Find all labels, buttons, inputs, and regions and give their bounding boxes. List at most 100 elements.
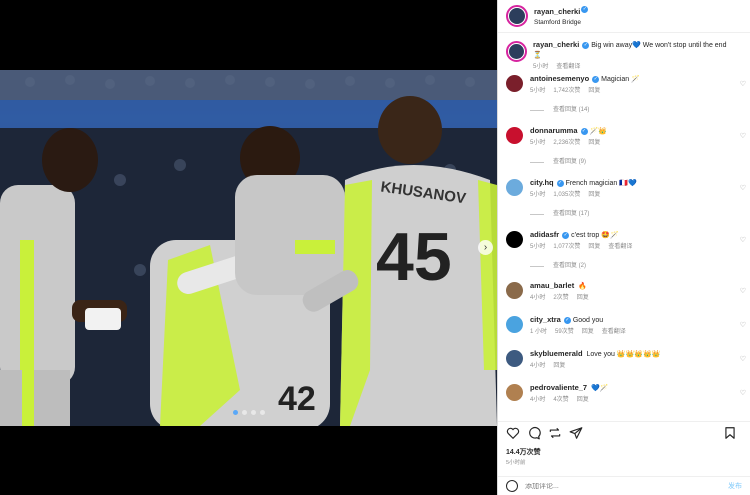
commenter-avatar[interactable] — [506, 75, 523, 92]
comment-like-heart-icon[interactable]: ♡ — [740, 80, 746, 88]
comment-likes[interactable]: 2次赞 — [553, 293, 568, 303]
caption-translate-link[interactable]: 查看翻译 — [556, 62, 580, 72]
author-username[interactable]: rayan_cherki — [534, 7, 580, 16]
commenter-username[interactable]: city.hq — [530, 178, 554, 187]
comment-likes[interactable]: 4次赞 — [553, 395, 568, 405]
view-replies-link[interactable]: 查看回复 (17) — [530, 209, 732, 219]
comment-likes[interactable]: 1,035次赞 — [553, 190, 580, 200]
caption-avatar[interactable] — [506, 41, 527, 62]
reply-button[interactable]: 回复 — [588, 86, 600, 96]
verified-badge-icon: ✓ — [581, 6, 589, 14]
comment-time: 5小时 — [530, 140, 546, 146]
author-avatar-image — [509, 8, 525, 24]
reply-button[interactable]: 回复 — [577, 395, 589, 405]
comment-like-heart-icon[interactable]: ♡ — [740, 287, 746, 295]
comment-likes[interactable]: 1,742次赞 — [553, 86, 580, 96]
post-photo[interactable]: 42 KHUSANOV 45 — [0, 70, 497, 426]
verified-badge-icon: ✓ — [563, 316, 571, 324]
comment-item: amau_barlet 🔥 4小时 2次赞 回复 ♡ — [498, 281, 750, 303]
commenter-avatar[interactable] — [506, 179, 523, 196]
commenter-username[interactable]: antoinesemenyo — [530, 74, 589, 83]
save-bookmark-icon[interactable] — [723, 426, 737, 440]
comment-icon[interactable] — [527, 426, 541, 440]
reply-button[interactable]: 回复 — [588, 138, 600, 148]
comment-text: French magician 🇫🇷💙 — [565, 180, 637, 187]
comment-like-heart-icon[interactable]: ♡ — [740, 321, 746, 329]
emoji-icon[interactable] — [506, 480, 518, 492]
post-sidebar: rayan_cherki ✓ Stamford Bridge rayan_cher… — [497, 0, 750, 495]
translate-link[interactable]: 查看翻译 — [608, 242, 632, 252]
comment-composer: 发布 — [498, 476, 750, 495]
posted-time: 5小时前 — [506, 460, 526, 466]
comment-like-heart-icon[interactable]: ♡ — [740, 184, 746, 192]
comment-time: 5小时 — [530, 244, 546, 250]
repost-icon[interactable] — [548, 426, 562, 440]
comment-likes[interactable]: 59次赞 — [555, 327, 574, 337]
comment-text: Love you 👑👑👑👑👑 — [586, 351, 661, 358]
caption-username[interactable]: rayan_cherki — [533, 40, 579, 49]
commenter-avatar[interactable] — [506, 231, 523, 248]
author-avatar[interactable] — [506, 5, 528, 27]
comment-text: Magician 🪄 — [601, 76, 640, 83]
reply-button[interactable]: 回复 — [577, 293, 589, 303]
reply-button[interactable]: 回复 — [582, 327, 594, 337]
post-comment-button[interactable]: 发布 — [728, 481, 742, 491]
commenter-username[interactable]: city_xtra — [530, 315, 561, 324]
comment-item: city_xtra ✓ Good you 1 小时 59次赞 回复 查看翻译 ♡ — [498, 315, 750, 337]
carousel-dot[interactable] — [259, 410, 265, 415]
comment-time: 4小时 — [530, 295, 546, 301]
comment-item: donnarumma ✓ 🪄👑 5小时 2,236次赞 回复 查看回复 (9) ♡ — [498, 126, 750, 167]
comment-input[interactable] — [525, 482, 728, 490]
commenter-username[interactable]: donnarumma — [530, 126, 578, 135]
commenter-avatar[interactable] — [506, 127, 523, 144]
photo-illustration: 42 KHUSANOV 45 — [0, 70, 497, 426]
post-caption: rayan_cherki ✓ Big win away💙 We won't sto… — [498, 40, 750, 72]
translate-link[interactable]: 查看翻译 — [602, 327, 626, 337]
view-replies-link[interactable]: 查看回复 (9) — [530, 157, 732, 167]
commenter-username[interactable]: amau_barlet — [530, 281, 574, 290]
reply-button[interactable]: 回复 — [553, 361, 565, 371]
reply-button[interactable]: 回复 — [588, 190, 600, 200]
verified-badge-icon: ✓ — [592, 75, 600, 83]
post-header: rayan_cherki ✓ Stamford Bridge — [498, 0, 750, 33]
commenter-username[interactable]: adidasfr — [530, 230, 559, 239]
comment-text: c'est trop 🤩🪄 — [571, 232, 619, 239]
view-replies-link[interactable]: 查看回复 (14) — [530, 105, 732, 115]
jersey-number-45: 45 — [376, 219, 452, 295]
commenter-avatar[interactable] — [506, 316, 523, 333]
caption-time: 5小时 — [533, 64, 549, 70]
comment-like-heart-icon[interactable]: ♡ — [740, 236, 746, 244]
comment-text: 🔥 — [578, 283, 587, 290]
comment-likes[interactable]: 1,077次赞 — [553, 242, 580, 252]
verified-badge-icon: ✓ — [582, 41, 590, 49]
comment-like-heart-icon[interactable]: ♡ — [740, 132, 746, 140]
carousel-dots — [0, 410, 497, 415]
comment-like-heart-icon[interactable]: ♡ — [740, 355, 746, 363]
carousel-dot[interactable] — [241, 410, 247, 415]
share-icon[interactable] — [569, 426, 583, 440]
view-replies-link[interactable]: 查看回复 (2) — [530, 261, 732, 271]
likes-count[interactable]: 14.4万次赞 — [506, 447, 541, 457]
commenter-avatar[interactable] — [506, 384, 523, 401]
comment-text: Good you — [572, 317, 604, 324]
carousel-dot[interactable] — [250, 410, 256, 415]
commenter-username[interactable]: skybluemerald — [530, 349, 583, 358]
reply-button[interactable]: 回复 — [588, 242, 600, 252]
comment-like-heart-icon[interactable]: ♡ — [740, 389, 746, 397]
comment-text: 💙🪄 — [591, 385, 609, 392]
commenter-username[interactable]: pedrovaliente_7 — [530, 383, 587, 392]
carousel-dot[interactable] — [232, 410, 238, 415]
next-slide-button[interactable]: › — [478, 240, 493, 255]
comment-text: 🪄👑 — [589, 128, 607, 135]
comment-item: antoinesemenyo ✓ Magician 🪄 5小时 1,742次赞 回复 查看… — [498, 74, 750, 115]
commenter-avatar[interactable] — [506, 350, 523, 367]
post-location[interactable]: Stamford Bridge — [534, 17, 588, 28]
comment-time: 4小时 — [530, 397, 546, 403]
comments-list[interactable]: rayan_cherki ✓ Big win away💙 We won't sto… — [498, 34, 750, 420]
like-heart-icon[interactable] — [506, 426, 520, 440]
verified-badge-icon: ✓ — [556, 179, 564, 187]
comment-item: adidasfr ✓ c'est trop 🤩🪄 5小时 1,077次赞 回复 查看翻译查… — [498, 230, 750, 271]
comment-time: 4小时 — [530, 363, 546, 369]
comment-likes[interactable]: 2,236次赞 — [553, 138, 580, 148]
commenter-avatar[interactable] — [506, 282, 523, 299]
